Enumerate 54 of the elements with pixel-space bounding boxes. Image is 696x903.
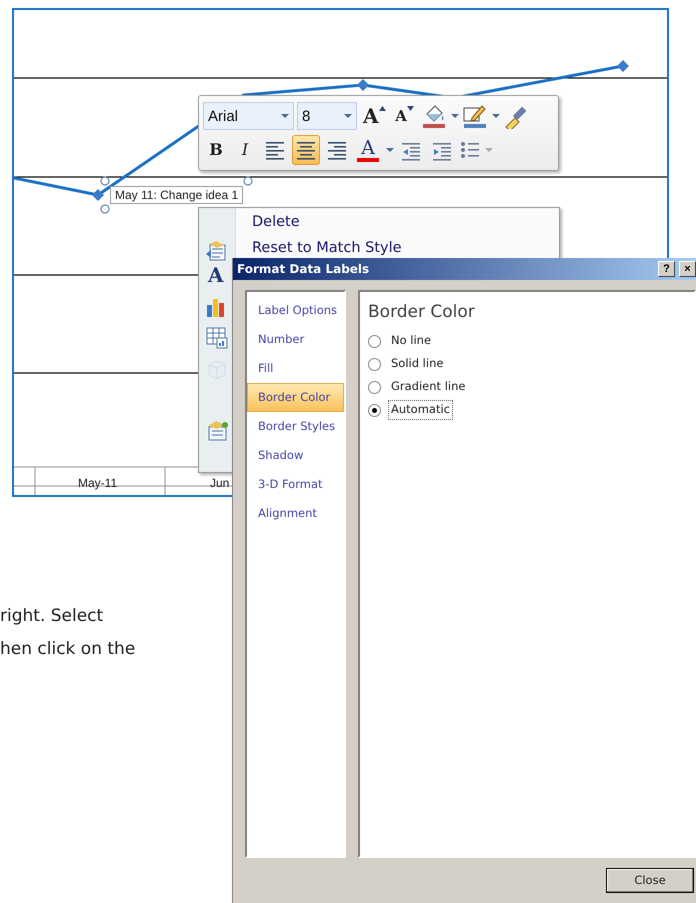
radio-label[interactable]: No line [388,331,434,351]
font-color-button[interactable]: A [354,135,382,165]
align-center-button[interactable] [292,135,320,165]
caret-icon[interactable] [281,113,289,119]
radio-label[interactable]: Gradient line [388,377,468,397]
radio-button[interactable] [368,404,381,416]
data-point-marker[interactable] [357,79,369,91]
table-chart-icon[interactable] [205,326,229,350]
category-item[interactable]: Number [247,325,344,354]
axis-label: Jun [210,476,230,490]
up-triangle-icon [378,106,386,111]
body-text: right. Select [0,605,104,628]
dialog-title: Format Data Labels [237,262,370,276]
font-size-field[interactable]: 8 [297,102,357,130]
caret-icon[interactable] [344,113,352,119]
fill-color-icon[interactable] [420,103,447,129]
caret-icon[interactable] [450,113,459,119]
bold-button[interactable]: B [203,135,229,165]
category-item[interactable]: Shadow [247,441,344,470]
font-icon[interactable]: A [208,264,224,286]
data-point-marker[interactable] [617,60,629,72]
caret-icon[interactable] [492,113,500,119]
close-button[interactable]: Close [606,868,694,893]
category-item[interactable]: Border Color [247,383,344,412]
radio-button[interactable] [368,380,381,394]
selection-handle[interactable] [100,204,110,214]
radio-label[interactable]: Automatic [388,400,453,420]
close-button[interactable]: × [679,261,696,277]
line-color-icon[interactable] [462,103,488,129]
data-label[interactable]: May 11: Change idea 1 [110,186,244,204]
category-item[interactable]: Fill [247,354,344,383]
help-button[interactable]: ? [658,261,675,277]
shrink-font-button[interactable]: A [392,101,418,131]
menu-item[interactable]: Reset to Match Style [252,238,402,260]
data-point-marker[interactable] [92,189,104,201]
axis-label: May-11 [78,476,118,490]
selection-handle[interactable] [100,176,110,186]
radio-button[interactable] [368,334,381,348]
grow-font-button[interactable]: A [360,101,389,131]
bullets-icon[interactable] [459,139,481,161]
menu-item[interactable]: Delete [252,212,300,234]
body-text: hen click on the [0,638,136,661]
category-item[interactable]: Border Styles [247,412,344,441]
italic-button[interactable]: I [232,135,258,165]
radio-button[interactable] [368,358,381,370]
category-item[interactable]: Alignment [247,499,344,528]
category-item[interactable]: 3-D Format [247,470,344,499]
category-item[interactable]: Label Options [247,296,344,325]
down-triangle-icon [406,106,414,111]
caret-icon[interactable] [386,147,394,153]
font-name-field[interactable]: Arial [203,102,294,130]
selection-handle[interactable] [243,176,253,186]
section-heading: Border Color [368,301,475,324]
radio-label[interactable]: Solid line [388,354,446,374]
